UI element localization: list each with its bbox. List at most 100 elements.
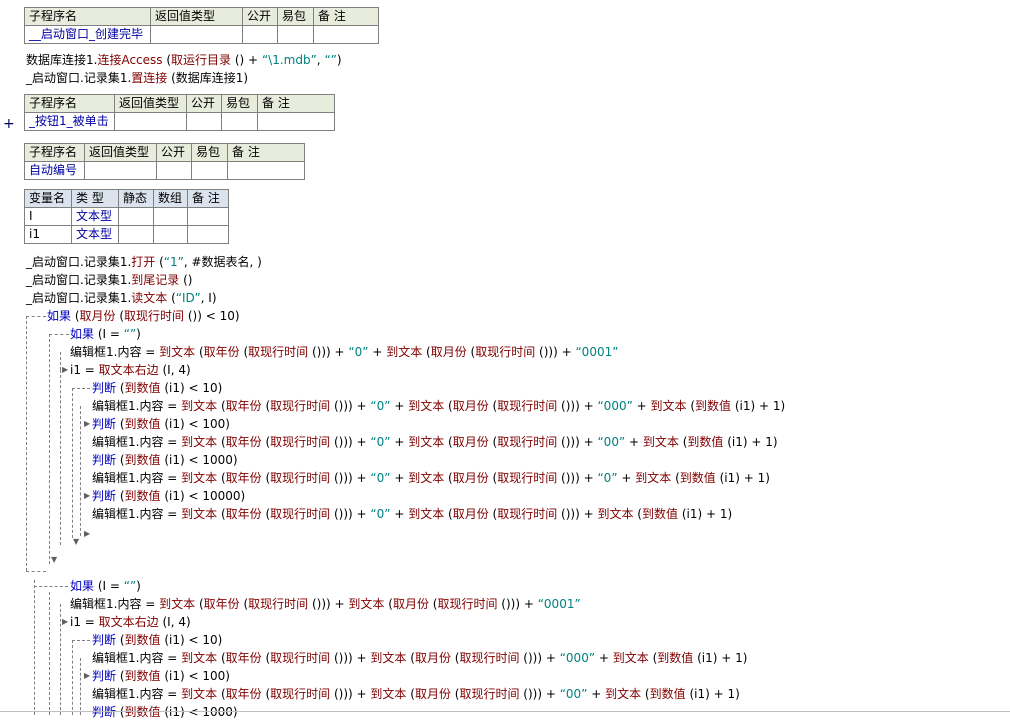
code-token: ())) +: [535, 345, 576, 359]
col-public: 公开: [242, 7, 278, 26]
note-cell[interactable]: [313, 25, 379, 44]
code-line[interactable]: 判断 (到数值 (i1) < 1000): [92, 452, 238, 468]
code-token: (: [167, 291, 176, 305]
code-line[interactable]: 编辑框1.内容 = 到文本 (取年份 (取现行时间 ())) + “0” + 到…: [92, 506, 732, 522]
code-token: 到文本: [181, 507, 218, 521]
code-token: 取年份: [225, 435, 262, 449]
code-line[interactable]: 编辑框1.内容 = 到文本 (取年份 (取现行时间 ())) + “0” + 到…: [70, 344, 618, 360]
code-token: 到数值: [124, 633, 161, 647]
public-cell[interactable]: [242, 25, 278, 44]
code-line[interactable]: 如果 (I = “”): [70, 578, 141, 594]
code-token: (: [116, 705, 125, 719]
var-type-cell[interactable]: 文本型: [71, 207, 119, 226]
code-token: 到文本: [348, 597, 385, 611]
code-token: 到文本: [642, 435, 679, 449]
code-line[interactable]: 如果 (取月份 (取现行时间 ()) < 10): [47, 308, 240, 324]
sub-name-cell[interactable]: 自动编号: [24, 161, 85, 180]
code-token: “”: [123, 579, 137, 593]
public-cell[interactable]: [186, 112, 222, 131]
public-cell[interactable]: [156, 161, 192, 180]
code-token: 取现行时间: [437, 597, 498, 611]
easy-pack-cell[interactable]: [191, 161, 228, 180]
code-token: 到文本: [181, 435, 218, 449]
easy-pack-cell[interactable]: [221, 112, 258, 131]
code-line[interactable]: 编辑框1.内容 = 到文本 (取年份 (取现行时间 ())) + 到文本 (取月…: [92, 686, 740, 702]
code-line[interactable]: 判断 (到数值 (i1) < 10): [92, 380, 222, 396]
return-type-cell[interactable]: [114, 112, 187, 131]
return-type-cell[interactable]: [84, 161, 157, 180]
code-line[interactable]: _启动窗口.记录集1.读文本 (“ID”, I): [26, 290, 217, 306]
code-line[interactable]: 如果 (I = “”): [70, 326, 141, 342]
code-line[interactable]: _启动窗口.记录集1.打开 (“1”, #数据表名, ): [26, 254, 262, 270]
variable-row[interactable]: i1 文本型: [24, 225, 229, 244]
var-static-cell[interactable]: [118, 207, 154, 226]
code-token: 到数值: [124, 453, 161, 467]
code-line[interactable]: _启动窗口.记录集1.到尾记录 (): [26, 272, 192, 288]
return-type-cell[interactable]: [150, 25, 243, 44]
sub-name-cell[interactable]: __启动窗口_创建完毕: [24, 25, 151, 44]
code-token: 如果: [70, 579, 95, 593]
code-token: (: [116, 633, 125, 647]
sub-name-cell[interactable]: _按钮1_被单击: [24, 112, 115, 131]
code-token: 如果: [47, 309, 72, 323]
code-line[interactable]: 编辑框1.内容 = 到文本 (取年份 (取现行时间 ())) + 到文本 (取月…: [92, 650, 747, 666]
code-line[interactable]: 判断 (到数值 (i1) < 10000): [92, 488, 245, 504]
code-token: (数据库连接1): [167, 71, 249, 85]
code-token: 取月份: [79, 309, 116, 323]
note-cell[interactable]: [257, 112, 335, 131]
code-token: 到文本: [181, 687, 218, 701]
code-line[interactable]: 判断 (到数值 (i1) < 100): [92, 416, 230, 432]
code-line[interactable]: 编辑框1.内容 = 到文本 (取年份 (取现行时间 ())) + 到文本 (取月…: [70, 596, 581, 612]
var-static-cell[interactable]: [118, 225, 154, 244]
var-array-cell[interactable]: [153, 207, 188, 226]
code-token: ())) +: [308, 345, 349, 359]
code-token: “”: [123, 327, 137, 341]
code-token: (: [633, 507, 642, 521]
var-type-cell[interactable]: 文本型: [71, 225, 119, 244]
code-token: 取月份: [414, 687, 451, 701]
var-note-cell[interactable]: [187, 225, 229, 244]
code-line[interactable]: 判断 (到数值 (i1) < 10): [92, 632, 222, 648]
var-name-cell[interactable]: i1: [24, 225, 72, 244]
note-cell[interactable]: [227, 161, 305, 180]
code-token: (: [217, 435, 226, 449]
code-token: (: [162, 53, 172, 67]
code-line[interactable]: 判断 (到数值 (i1) < 1000): [92, 704, 238, 720]
code-token: (: [239, 345, 249, 359]
code-line[interactable]: i1 = 取文本右边 (I, 4): [70, 362, 191, 378]
var-note-cell[interactable]: [187, 207, 229, 226]
code-token: (: [406, 651, 415, 665]
code-token: 到数值: [649, 687, 686, 701]
code-token: “000”: [559, 651, 596, 665]
code-line[interactable]: 编辑框1.内容 = 到文本 (取年份 (取现行时间 ())) + “0” + 到…: [92, 434, 778, 450]
easy-pack-cell[interactable]: [277, 25, 314, 44]
code-line[interactable]: 数据库连接1.连接Access (取运行目录 () + “\1.mdb”, “”…: [26, 52, 342, 68]
variable-row[interactable]: I 文本型: [24, 207, 229, 226]
code-token: (: [217, 507, 226, 521]
expand-toggle-icon[interactable]: +: [3, 116, 15, 132]
code-token: (: [261, 399, 271, 413]
code-token: 取年份: [203, 345, 240, 359]
code-token: 到文本: [650, 399, 687, 413]
code-line[interactable]: 判断 (到数值 (i1) < 100): [92, 668, 230, 684]
code-token: (: [488, 435, 498, 449]
code-token: ): [136, 327, 141, 341]
code-token: 判断: [92, 669, 117, 683]
var-name-cell[interactable]: I: [24, 207, 72, 226]
code-token: 取月份: [430, 345, 467, 359]
code-token: “0001”: [537, 597, 581, 611]
code-token: 到文本: [370, 687, 407, 701]
code-line[interactable]: 编辑框1.内容 = 到文本 (取年份 (取现行时间 ())) + “0” + 到…: [92, 470, 770, 486]
code-token: (: [261, 435, 271, 449]
subroutine-table-2: 子程序名 返回值类型 公开 易包 备 注 _按钮1_被单击: [24, 94, 335, 131]
code-token: (I =: [94, 327, 124, 341]
code-token: (: [217, 651, 226, 665]
code-token: (i1) < 100): [160, 417, 230, 431]
var-array-cell[interactable]: [153, 225, 188, 244]
code-line[interactable]: _启动窗口.记录集1.置连接 (数据库连接1): [26, 70, 248, 86]
code-token: 取年份: [203, 597, 240, 611]
code-token: (: [444, 507, 453, 521]
code-token: (: [155, 255, 164, 269]
code-line[interactable]: i1 = 取文本右边 (I, 4): [70, 614, 191, 630]
code-line[interactable]: 编辑框1.内容 = 到文本 (取年份 (取现行时间 ())) + “0” + 到…: [92, 398, 785, 414]
